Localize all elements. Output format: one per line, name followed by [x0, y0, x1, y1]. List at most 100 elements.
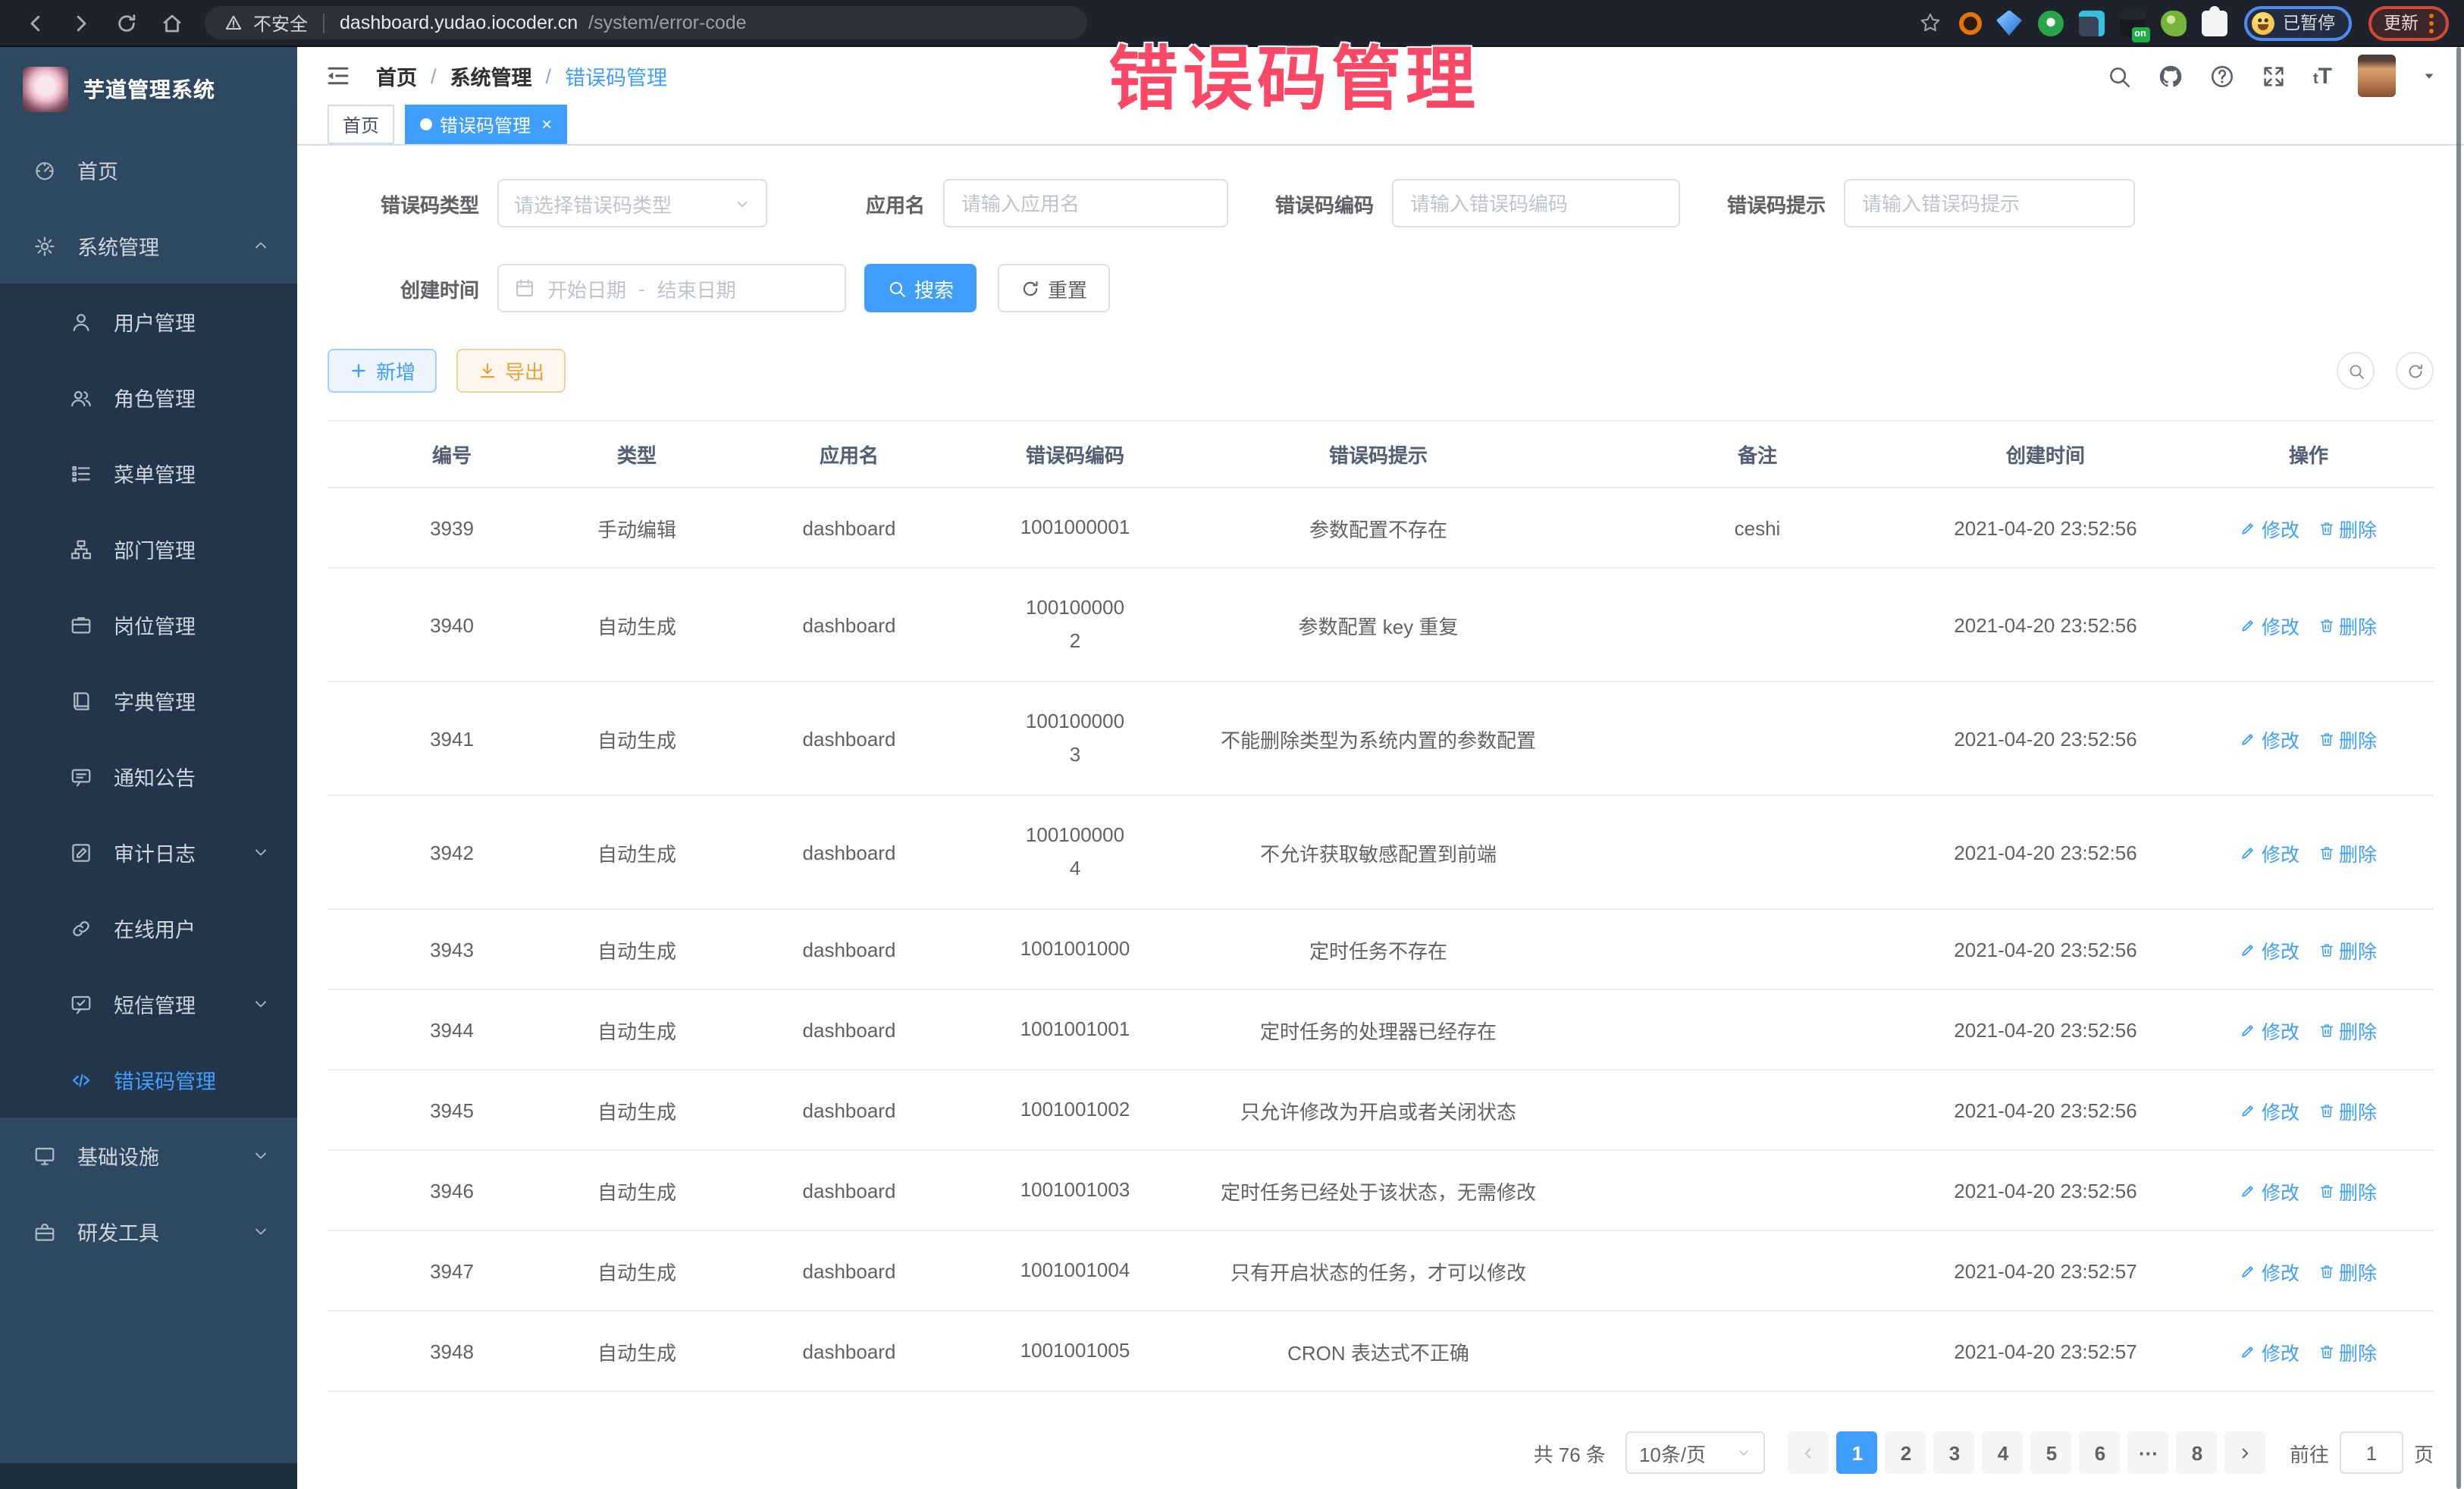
delete-link[interactable]: 删除: [2318, 1015, 2377, 1044]
edit-link[interactable]: 修改: [2240, 513, 2299, 542]
tab-label: 首页: [343, 111, 379, 137]
app-name-input[interactable]: [943, 179, 1228, 227]
delete-link[interactable]: 删除: [2318, 935, 2377, 964]
help-icon[interactable]: [2210, 63, 2236, 89]
edit-link[interactable]: 修改: [2240, 610, 2299, 639]
search-button[interactable]: 搜索: [864, 264, 977, 312]
delete-link[interactable]: 删除: [2318, 1256, 2377, 1285]
export-button[interactable]: 导出: [456, 349, 566, 393]
sidebar-item-home[interactable]: 首页: [0, 132, 297, 208]
date-range-picker[interactable]: 开始日期 - 结束日期: [497, 264, 846, 312]
delete-link[interactable]: 删除: [2318, 1096, 2377, 1124]
breadcrumb-item[interactable]: 系统管理: [450, 61, 532, 91]
prev-page-button[interactable]: [1788, 1431, 1829, 1474]
filter-row-2: 创建时间 开始日期 - 结束日期 搜索 重置: [328, 264, 2434, 312]
show-search-button[interactable]: [2337, 352, 2375, 390]
sidebar-item-sms[interactable]: 短信管理: [0, 966, 297, 1042]
edit-icon: [2240, 941, 2257, 958]
sidebar-item-dept[interactable]: 部门管理: [0, 511, 297, 587]
delete-link[interactable]: 删除: [2318, 1176, 2377, 1205]
sidebar-item-audit-log[interactable]: 审计日志: [0, 814, 297, 890]
sidebar-item-role[interactable]: 角色管理: [0, 359, 297, 435]
search-icon[interactable]: [2107, 63, 2133, 89]
sidebar-item-dict[interactable]: 字典管理: [0, 663, 297, 738]
forward-icon[interactable]: [70, 11, 92, 34]
avatar-caret-down-icon[interactable]: [2422, 68, 2437, 83]
sidebar-item-error-code[interactable]: 错误码管理: [0, 1042, 297, 1118]
error-code-input[interactable]: [1392, 179, 1680, 227]
green-orb-extension-icon[interactable]: [2160, 10, 2186, 36]
page-ellipsis[interactable]: ···: [2128, 1431, 2169, 1474]
orange-ring-extension-icon[interactable]: [1958, 11, 1981, 34]
browser-update-button[interactable]: 更新: [2368, 5, 2449, 40]
sidebar-item-system[interactable]: 系统管理: [0, 208, 297, 284]
page-button-1[interactable]: 1: [1837, 1431, 1878, 1474]
page-button-6[interactable]: 6: [2080, 1431, 2121, 1474]
tab-close-icon[interactable]: ×: [541, 115, 552, 133]
sms-icon: [70, 992, 92, 1015]
delete-link[interactable]: 删除: [2318, 610, 2377, 639]
delete-link[interactable]: 删除: [2318, 838, 2377, 867]
sidebar-item-post[interactable]: 岗位管理: [0, 587, 297, 663]
delete-link[interactable]: 删除: [2318, 513, 2377, 542]
delete-link[interactable]: 删除: [2318, 724, 2377, 753]
edit-link[interactable]: 修改: [2240, 1015, 2299, 1044]
page-button-5[interactable]: 5: [2031, 1431, 2072, 1474]
font-size-icon[interactable]: tT: [2313, 64, 2332, 87]
github-icon[interactable]: [2158, 63, 2184, 89]
user-avatar[interactable]: [2358, 55, 2396, 97]
green-check-extension-icon[interactable]: [2037, 10, 2063, 36]
refresh-table-button[interactable]: [2396, 352, 2434, 390]
page-button-8[interactable]: 8: [2177, 1431, 2218, 1474]
trash-icon: [2318, 1021, 2334, 1038]
page-content: 错误码类型 请选择错误码类型 应用名 错误码编码 错误码提示 创建时间: [297, 146, 2464, 1489]
add-button[interactable]: 新增: [328, 349, 437, 393]
trash-icon: [2318, 1343, 2334, 1359]
sidebar-item-user[interactable]: 用户管理: [0, 284, 297, 359]
reload-icon[interactable]: [115, 11, 138, 34]
goto-page-input[interactable]: [2340, 1431, 2403, 1474]
chevron-down-icon: [734, 195, 751, 212]
sidebar-item-notice[interactable]: 通知公告: [0, 738, 297, 814]
fullscreen-icon[interactable]: [2262, 63, 2287, 89]
edit-link[interactable]: 修改: [2240, 724, 2299, 753]
edit-link[interactable]: 修改: [2240, 935, 2299, 964]
sidebar-collapse-icon[interactable]: [324, 62, 352, 89]
edit-link[interactable]: 修改: [2240, 1096, 2299, 1124]
scrollbar[interactable]: [2456, 47, 2461, 1489]
sidebar-item-infra[interactable]: 基础设施: [0, 1118, 297, 1193]
reset-button[interactable]: 重置: [998, 264, 1110, 312]
cell-ops: 修改删除: [2183, 682, 2434, 795]
sidebar-item-menu[interactable]: 菜单管理: [0, 435, 297, 511]
tab-首页[interactable]: 首页: [328, 105, 394, 144]
address-bar[interactable]: 不安全 dashboard.yudao.iocoder.cn/system/er…: [205, 6, 1087, 39]
error-type-select[interactable]: 请选择错误码类型: [497, 179, 767, 227]
home-icon[interactable]: [161, 11, 183, 34]
edit-icon: [2240, 1182, 2257, 1199]
grid-extension-icon[interactable]: [2078, 10, 2104, 36]
bookmark-star-icon[interactable]: [1917, 11, 1942, 35]
app-logo[interactable]: 芋道管理系统: [0, 47, 297, 132]
sidebar: 芋道管理系统 首页系统管理用户管理角色管理菜单管理部门管理岗位管理字典管理通知公…: [0, 47, 297, 1489]
edit-link[interactable]: 修改: [2240, 838, 2299, 867]
list-on-extension-icon[interactable]: on: [2119, 10, 2145, 36]
page-size-select[interactable]: 10条/页: [1625, 1431, 1765, 1474]
next-page-button[interactable]: [2225, 1431, 2266, 1474]
page-button-2[interactable]: 2: [1886, 1431, 1926, 1474]
edit-link[interactable]: 修改: [2240, 1337, 2299, 1365]
edit-link[interactable]: 修改: [2240, 1256, 2299, 1285]
column-header: 操作: [2183, 421, 2434, 487]
edit-link[interactable]: 修改: [2240, 1176, 2299, 1205]
tab-错误码管理[interactable]: 错误码管理×: [405, 105, 567, 144]
sidebar-item-devtools[interactable]: 研发工具: [0, 1193, 297, 1269]
error-msg-input[interactable]: [1844, 179, 2135, 227]
delete-link[interactable]: 删除: [2318, 1337, 2377, 1365]
puzzle-extension-icon[interactable]: [2201, 10, 2227, 36]
paused-profile-badge[interactable]: 已暂停: [2243, 5, 2352, 40]
sidebar-item-online-user[interactable]: 在线用户: [0, 890, 297, 966]
back-icon[interactable]: [24, 11, 47, 34]
breadcrumb-item[interactable]: 首页: [376, 61, 417, 91]
page-button-4[interactable]: 4: [1983, 1431, 2024, 1474]
page-button-3[interactable]: 3: [1934, 1431, 1975, 1474]
blue-gem-extension-icon[interactable]: [1996, 10, 2022, 36]
